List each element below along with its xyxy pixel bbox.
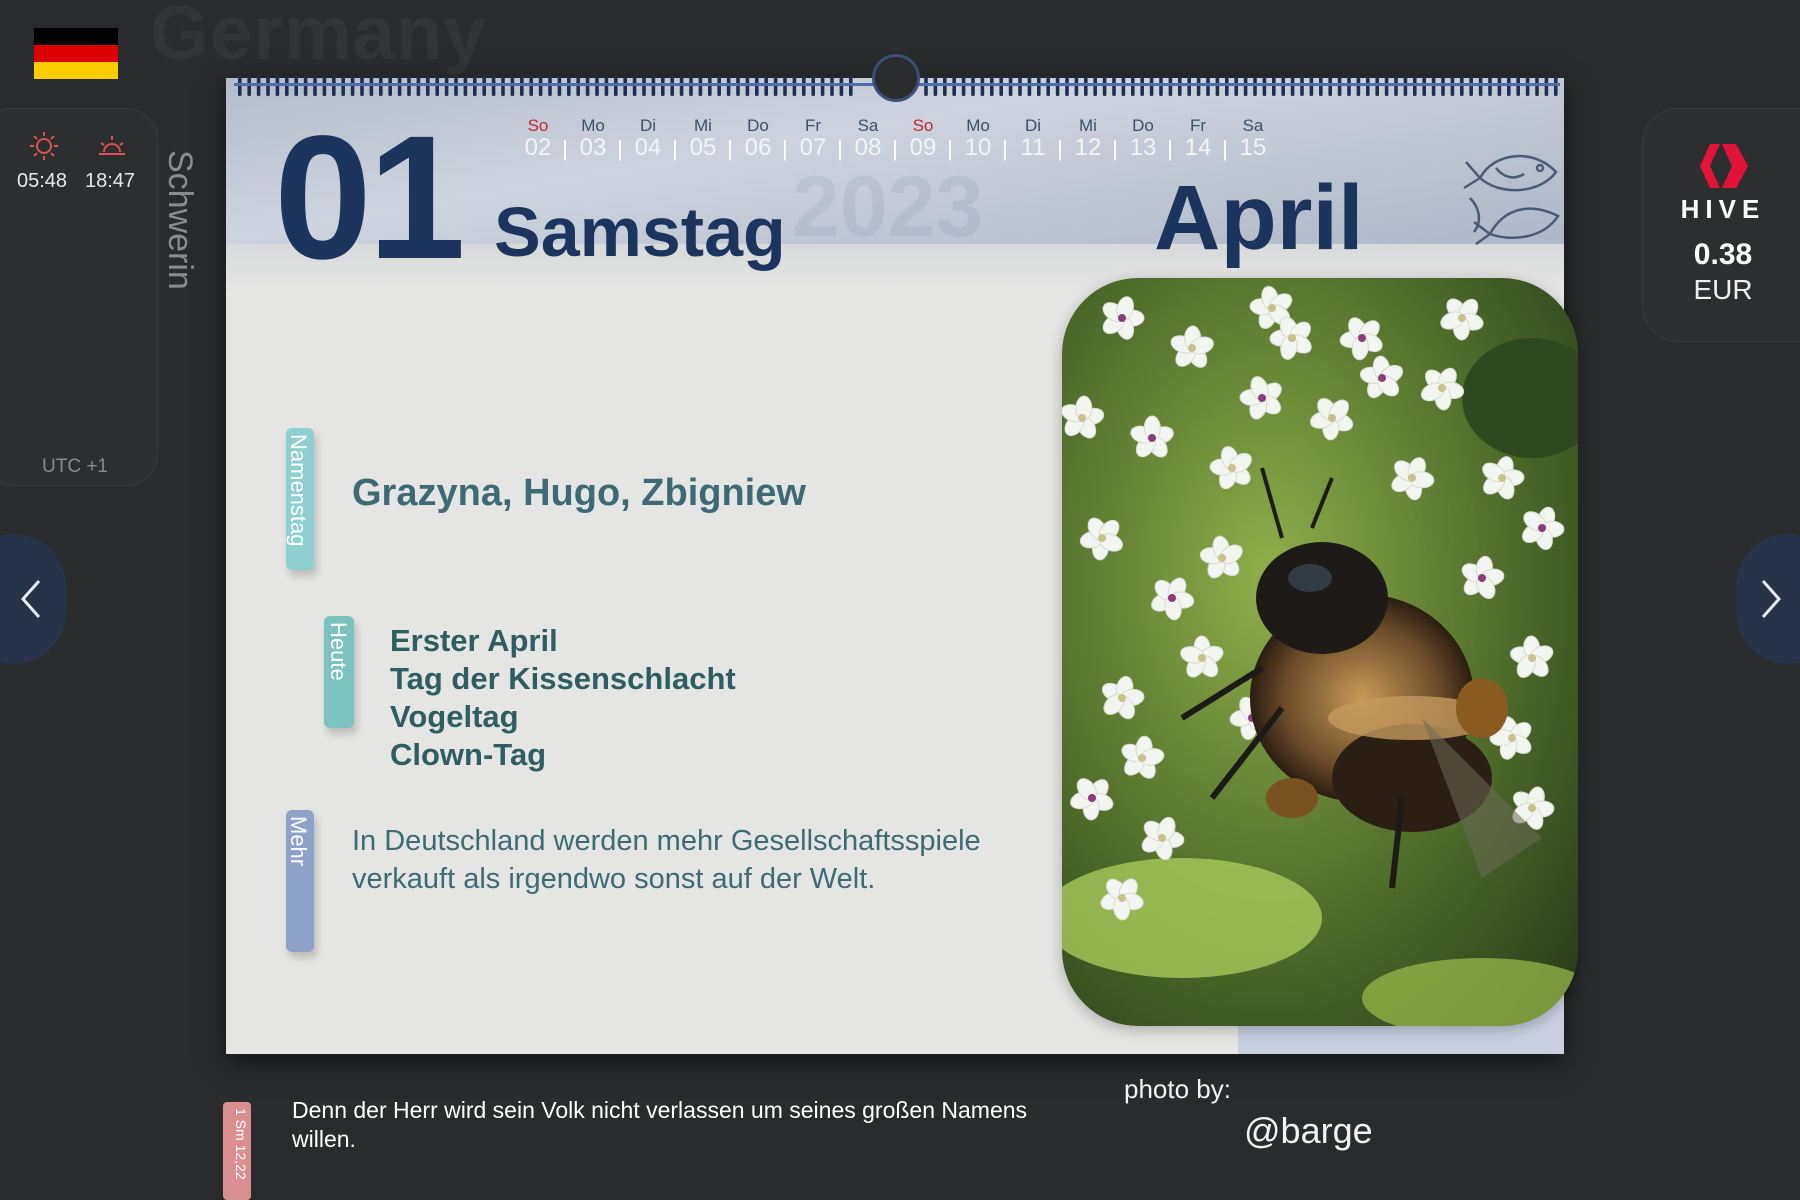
verse-reference: 1 Sm 12,22 [223,1102,251,1200]
fun-fact: In Deutschland werden mehr Gesellschafts… [352,825,981,895]
strip-day-label: Sa [1242,116,1264,135]
name-day-names: Grazyna, Hugo, Zbigniew [352,472,806,514]
strip-day-label: Mo [581,116,605,135]
strip-day-number[interactable]: 02 [514,134,562,162]
pisces-icon [1463,154,1560,246]
german-flag-icon [34,28,118,79]
strip-day-label: Fr [804,116,822,135]
strip-day-label: So [527,116,549,135]
strip-day-label: Mi [1079,116,1097,135]
tab-namenstag[interactable]: Namenstag [286,428,314,570]
strip-day-label: Do [1132,116,1154,135]
country-title: Germany [150,0,487,76]
next-day-button[interactable] [1736,534,1800,664]
hive-logo-icon [1700,144,1748,188]
weekday: Samstag [494,193,786,271]
chevron-left-icon [20,580,41,618]
strip-day-label: Di [1024,116,1042,135]
tab-mehr[interactable]: Mehr [286,810,314,952]
strip-day-number[interactable]: 10 [954,134,1002,162]
observance-item: Vogeltag [390,699,519,734]
observance-item: Erster April [390,623,558,658]
strip-day-number[interactable]: 15 [1229,134,1277,162]
strip-day-label: So [912,116,934,135]
day-number: 01 [274,100,466,296]
strip-day-number[interactable]: 08 [844,134,892,162]
today-observances: Erster April Tag der Kissenschlacht Voge… [390,622,736,774]
chevron-right-icon [1761,580,1782,618]
strip-day-label: Do [747,116,769,135]
hanger-hook-icon [872,54,920,102]
sunset-icon [99,136,125,155]
month-name: April [1154,167,1364,269]
sunrise-time: 05:48 [17,170,68,192]
strip-day-number[interactable]: 14 [1174,134,1222,162]
strip-day-label: Di [639,116,657,135]
hive-currency: EUR [1693,274,1753,305]
tab-heute[interactable]: Heute [324,616,354,728]
hive-label: HIVE [1680,194,1766,224]
strip-day-number[interactable]: 07 [789,134,837,162]
sunrise-icon [30,132,58,160]
sun-info-panel [0,108,158,486]
strip-day-number[interactable]: 11 [1009,134,1057,162]
strip-day-label: Mo [966,116,990,135]
city-name: Schwerin [161,150,199,290]
strip-day-number[interactable]: 09 [899,134,947,162]
strip-day-label: Fr [1189,116,1207,135]
observance-item: Tag der Kissenschlacht [390,661,736,696]
observance-item: Clown-Tag [390,737,547,772]
photo-bumblebee-on-flowers [1062,278,1578,1026]
strip-day-number[interactable]: 04 [624,134,672,162]
strip-day-number[interactable]: 13 [1119,134,1167,162]
photo-author[interactable]: @barge [1244,1110,1373,1152]
strip-day-label: Mi [694,116,712,135]
strip-day-number[interactable]: 06 [734,134,782,162]
hive-price: 0.38 [1693,238,1753,271]
bible-verse: Denn der Herr wird sein Volk nicht verla… [292,1097,1028,1152]
sunset-time: 18:47 [85,170,136,192]
strip-day-number[interactable]: 12 [1064,134,1112,162]
year-watermark: 2023 [792,159,984,255]
strip-day-number[interactable]: 05 [679,134,727,162]
prev-day-button[interactable] [0,534,66,664]
utc-offset: UTC +1 [42,456,108,477]
strip-day-number[interactable]: 03 [569,134,617,162]
strip-day-label: Sa [857,116,879,135]
photo-credit-label: photo by: [1124,1074,1231,1104]
